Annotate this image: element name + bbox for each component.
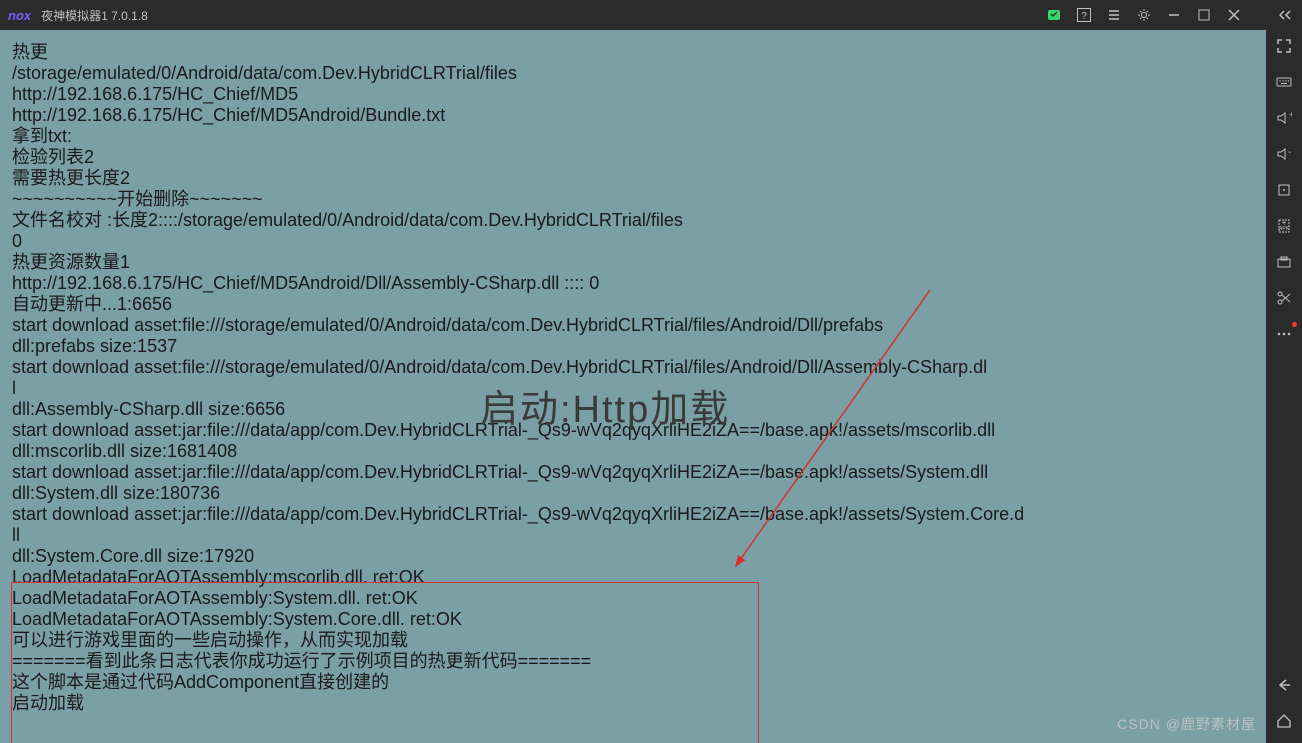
log-line: LoadMetadataForAOTAssembly:System.Core.d… (12, 609, 1254, 630)
title-controls: ? (1046, 7, 1294, 23)
back-icon[interactable] (1274, 675, 1294, 695)
maximize-icon[interactable] (1196, 7, 1212, 23)
log-line: 可以进行游戏里面的一些启动操作，从而实现加载 (12, 630, 1254, 651)
svg-text:?: ? (1081, 11, 1087, 22)
log-line: http://192.168.6.175/HC_Chief/MD5 (12, 84, 1254, 105)
emulator-screen[interactable]: 热更/storage/emulated/0/Android/data/com.D… (0, 30, 1266, 743)
log-line: start download asset:jar:file:///data/ap… (12, 504, 1254, 525)
screenshot-icon[interactable] (1274, 252, 1294, 272)
log-line: start download asset:jar:file:///data/ap… (12, 462, 1254, 483)
log-line: http://192.168.6.175/HC_Chief/MD5Android… (12, 105, 1254, 126)
svg-text:+: + (1289, 110, 1292, 119)
log-line: 文件名校对 :长度2::::/storage/emulated/0/Androi… (12, 210, 1254, 231)
minimize-icon[interactable] (1166, 7, 1182, 23)
log-line: LoadMetadataForAOTAssembly:mscorlib.dll.… (12, 567, 1254, 588)
log-line: 热更 (12, 42, 1254, 63)
apk-icon[interactable]: APK+ (1274, 216, 1294, 236)
home-icon[interactable] (1274, 711, 1294, 731)
svg-text:+: + (1282, 218, 1287, 227)
log-line: dll:System.dll size:180736 (12, 483, 1254, 504)
store-icon[interactable] (1046, 7, 1062, 23)
fullscreen-icon[interactable] (1274, 36, 1294, 56)
log-line: l (12, 378, 1254, 399)
watermark: CSDN @鹿野素材屋 (1117, 714, 1256, 735)
log-line: 需要热更长度2 (12, 168, 1254, 189)
gear-icon[interactable] (1136, 7, 1152, 23)
right-sidebar: + - APK+ (1266, 30, 1302, 743)
titlebar: nox 夜神模拟器1 7.0.1.8 ? (0, 0, 1302, 30)
close-icon[interactable] (1226, 7, 1242, 23)
log-line: 这个脚本是通过代码AddComponent直接创建的 (12, 672, 1254, 693)
log-line: dll:System.Core.dll size:17920 (12, 546, 1254, 567)
volume-up-icon[interactable]: + (1274, 108, 1294, 128)
log-output: 热更/storage/emulated/0/Android/data/com.D… (12, 42, 1254, 714)
menu-icon[interactable] (1106, 7, 1122, 23)
rotate-icon[interactable] (1274, 180, 1294, 200)
scissors-icon[interactable] (1274, 288, 1294, 308)
log-line: start download asset:jar:file:///data/ap… (12, 420, 1254, 441)
svg-text:-: - (1288, 147, 1291, 158)
window-title: 夜神模拟器1 7.0.1.8 (41, 7, 148, 24)
log-line: ll (12, 525, 1254, 546)
log-line: start download asset:file:///storage/emu… (12, 357, 1254, 378)
log-line: =======看到此条日志代表你成功运行了示例项目的热更新代码======= (12, 651, 1254, 672)
keyboard-icon[interactable] (1274, 72, 1294, 92)
log-line: 拿到txt: (12, 126, 1254, 147)
log-line: 热更资源数量1 (12, 252, 1254, 273)
log-line: 0 (12, 231, 1254, 252)
log-line: dll:prefabs size:1537 (12, 336, 1254, 357)
log-line: /storage/emulated/0/Android/data/com.Dev… (12, 63, 1254, 84)
log-line: dll:mscorlib.dll size:1681408 (12, 441, 1254, 462)
log-line: LoadMetadataForAOTAssembly:System.dll. r… (12, 588, 1254, 609)
more-icon[interactable] (1274, 324, 1294, 344)
log-line: 启动加载 (12, 693, 1254, 714)
nox-logo: nox (8, 8, 31, 23)
volume-down-icon[interactable]: - (1274, 144, 1294, 164)
collapse-sidebar-icon[interactable] (1278, 7, 1294, 23)
log-line: http://192.168.6.175/HC_Chief/MD5Android… (12, 273, 1254, 294)
log-line: 检验列表2 (12, 147, 1254, 168)
log-line: start download asset:file:///storage/emu… (12, 315, 1254, 336)
log-line: dll:Assembly-CSharp.dll size:6656 (12, 399, 1254, 420)
log-line: 自动更新中...1:6656 (12, 294, 1254, 315)
log-line: ~~~~~~~~~~开始删除~~~~~~~ (12, 189, 1254, 210)
help-icon[interactable]: ? (1076, 7, 1092, 23)
